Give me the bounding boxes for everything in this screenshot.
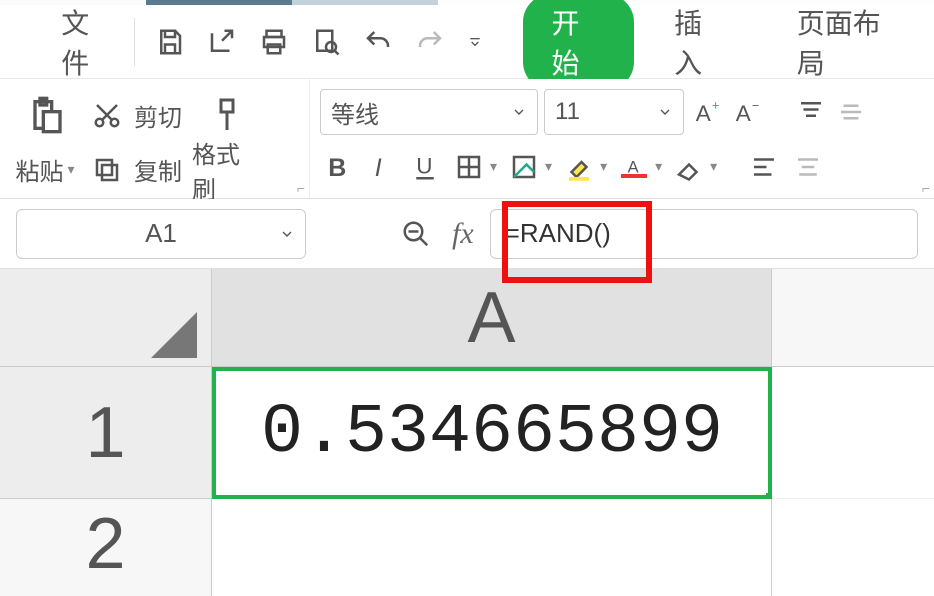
cell-B1[interactable] xyxy=(772,367,934,499)
name-box[interactable]: A1 xyxy=(16,209,306,259)
cell-A1-value: 0.534665899 xyxy=(261,394,723,473)
cut-button[interactable]: 剪切 xyxy=(90,98,182,133)
font-size-selector[interactable]: 11 xyxy=(544,89,684,135)
highlight-icon xyxy=(562,150,596,184)
redo-icon[interactable] xyxy=(413,25,447,59)
format-painter-label: 格式刷 xyxy=(192,135,262,205)
file-menu[interactable]: 文件 xyxy=(59,18,135,66)
eraser-icon xyxy=(672,150,706,184)
tab-home[interactable]: 开始 xyxy=(523,0,634,90)
ribbon: 剪切 粘贴 ▾ 复制 xyxy=(0,79,934,199)
svg-text:A: A xyxy=(696,101,711,126)
tab-insert[interactable]: 插入 xyxy=(646,0,757,90)
column-header-A[interactable]: A xyxy=(212,269,772,367)
scissors-icon xyxy=(90,98,124,132)
font-color-dropdown[interactable]: A ▾ xyxy=(617,150,662,184)
ribbon-group-clipboard: 剪切 粘贴 ▾ 复制 xyxy=(0,79,310,198)
cell-A2[interactable] xyxy=(212,499,772,596)
copy-label: 复制 xyxy=(134,152,182,187)
font-size-value: 11 xyxy=(555,98,580,126)
save-icon[interactable] xyxy=(153,25,187,59)
align-center-icon[interactable] xyxy=(791,150,825,184)
svg-text:U: U xyxy=(416,153,432,178)
font-dialog-launcher-icon[interactable]: ⌐ xyxy=(922,180,930,196)
format-painter-button[interactable]: 格式刷 xyxy=(192,135,262,205)
font-name-selector[interactable]: 等线 xyxy=(320,89,538,135)
svg-text:B: B xyxy=(328,154,346,182)
italic-icon[interactable]: I xyxy=(364,150,398,184)
undo-icon[interactable] xyxy=(361,25,395,59)
paste-label: 粘贴 xyxy=(15,152,63,187)
fx-icon[interactable]: fx xyxy=(446,217,480,251)
quick-access-toolbar xyxy=(135,25,503,59)
copy-button[interactable]: 复制 xyxy=(90,152,182,187)
clipboard-dialog-launcher-icon[interactable]: ⌐ xyxy=(297,180,305,196)
export-icon[interactable] xyxy=(205,25,239,59)
align-top-icon[interactable] xyxy=(794,95,828,129)
increase-font-icon[interactable]: A+ xyxy=(690,95,724,129)
cell-style-dropdown[interactable]: ▾ xyxy=(507,150,552,184)
border-icon xyxy=(452,150,486,184)
underline-icon[interactable]: U xyxy=(408,150,442,184)
zoom-out-icon[interactable] xyxy=(396,214,436,254)
paste-icon[interactable] xyxy=(23,93,67,137)
customize-qat-icon[interactable] xyxy=(465,25,485,59)
spreadsheet-grid: A 1 2 0.534665899 xyxy=(0,269,934,596)
print-icon[interactable] xyxy=(257,25,291,59)
copy-icon xyxy=(90,153,124,187)
svg-text:A: A xyxy=(736,101,751,126)
ribbon-tabs: 开始 插入 页面布局 xyxy=(523,5,934,79)
row-header-2[interactable]: 2 xyxy=(0,499,212,596)
decrease-font-icon[interactable]: A− xyxy=(730,95,764,129)
formula-bar-value: =RAND() xyxy=(505,218,611,249)
cell-style-icon xyxy=(507,150,541,184)
bold-icon[interactable]: B xyxy=(320,150,354,184)
highlight-dropdown[interactable]: ▾ xyxy=(562,150,607,184)
formula-bar[interactable]: =RAND() xyxy=(490,209,918,259)
cell-A1[interactable]: 0.534665899 xyxy=(212,367,772,499)
eraser-dropdown[interactable]: ▾ xyxy=(672,150,717,184)
border-dropdown[interactable]: ▾ xyxy=(452,150,497,184)
cell-B2[interactable] xyxy=(772,499,934,596)
align-middle-icon[interactable] xyxy=(834,95,868,129)
svg-text:I: I xyxy=(375,154,382,182)
menu-icon[interactable] xyxy=(0,5,59,79)
print-preview-icon[interactable] xyxy=(309,25,343,59)
formula-row: A1 fx =RAND() xyxy=(0,199,934,269)
font-name-value: 等线 xyxy=(331,95,379,130)
align-left-icon[interactable] xyxy=(747,150,781,184)
column-header-next[interactable] xyxy=(772,269,934,367)
name-box-value: A1 xyxy=(145,218,177,249)
top-row: 文件 开始 插入 xyxy=(0,5,934,79)
svg-text:+: + xyxy=(712,99,719,113)
row-header-1[interactable]: 1 xyxy=(0,367,212,499)
paste-dropdown[interactable]: 粘贴 ▾ xyxy=(10,152,80,187)
format-painter-icon[interactable] xyxy=(207,95,247,135)
select-all-triangle-icon xyxy=(151,312,197,358)
select-all-corner[interactable] xyxy=(0,269,212,367)
ribbon-group-font: 等线 11 A+ A− xyxy=(310,79,934,198)
cut-label: 剪切 xyxy=(134,98,182,133)
font-color-icon: A xyxy=(617,150,651,184)
tab-page-layout[interactable]: 页面布局 xyxy=(769,0,934,90)
svg-text:−: − xyxy=(752,99,759,113)
